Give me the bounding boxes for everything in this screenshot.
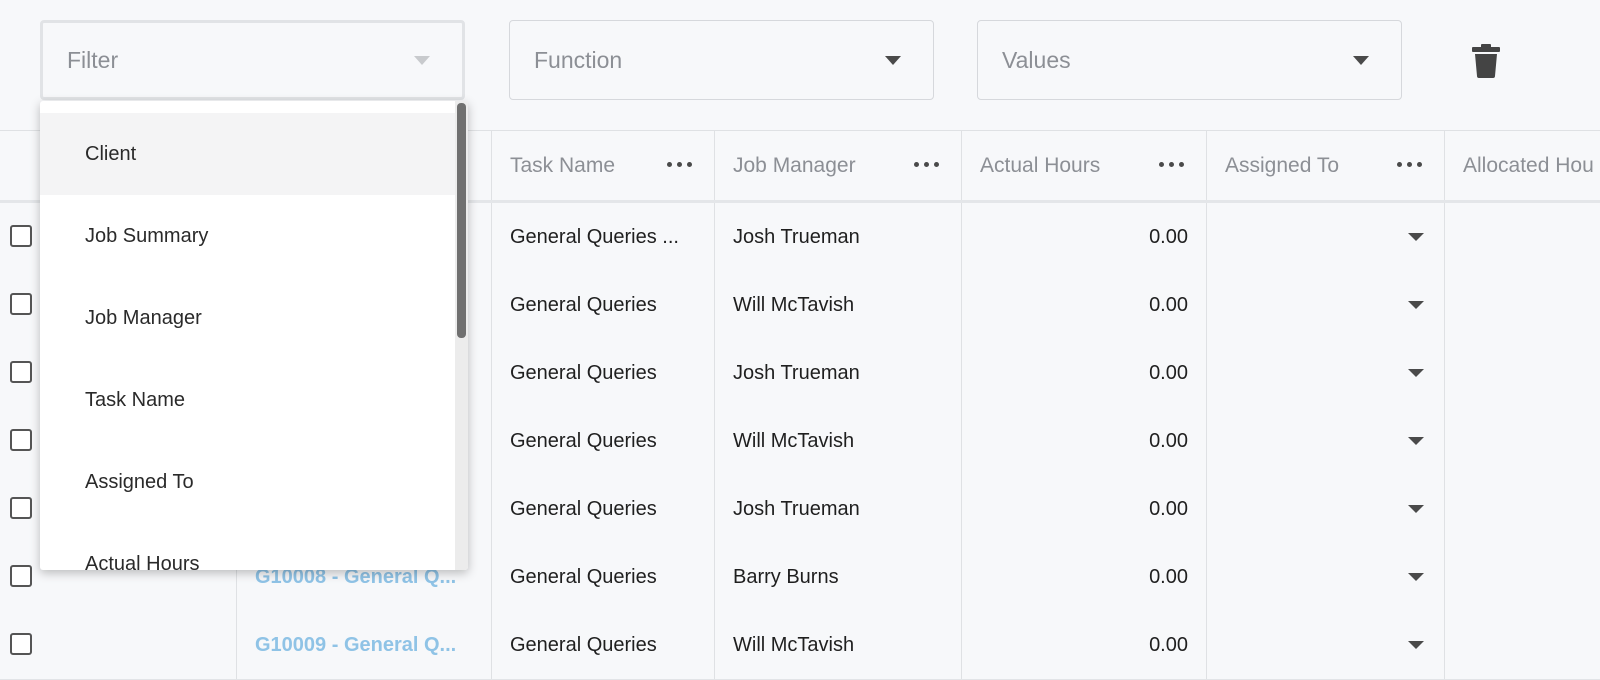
dropdown-option[interactable]: Assigned To — [40, 441, 455, 523]
caret-down-icon[interactable] — [1408, 641, 1424, 649]
function-select-label: Function — [534, 46, 623, 73]
task-name-cell: General Queries — [491, 339, 714, 407]
filter-select[interactable]: Filter — [40, 20, 465, 100]
task-name-cell: General Queries ... — [491, 203, 714, 271]
column-header-actual-hours[interactable]: Actual Hours — [961, 131, 1206, 200]
actual-hours-cell: 0.00 — [961, 543, 1206, 611]
job-manager-cell: Josh Trueman — [714, 203, 961, 271]
filter-dropdown-menu: Client Job Summary Job Manager Task Name Ass… — [40, 101, 468, 570]
caret-down-icon[interactable] — [1408, 505, 1424, 513]
row-checkbox[interactable] — [10, 497, 32, 519]
actual-hours-cell: 0.00 — [961, 203, 1206, 271]
job-manager-cell: Josh Trueman — [714, 475, 961, 543]
values-select-label: Values — [1002, 46, 1071, 73]
actual-hours-cell: 0.00 — [961, 475, 1206, 543]
more-dots-icon[interactable] — [667, 162, 692, 167]
row-checkbox[interactable] — [10, 565, 32, 587]
task-name-cell: General Queries — [491, 543, 714, 611]
caret-down-icon — [1353, 56, 1369, 65]
row-checkbox[interactable] — [10, 429, 32, 451]
allocated-hours-cell — [1444, 203, 1600, 271]
dropdown-option[interactable]: Job Manager — [40, 277, 455, 359]
task-name-cell: General Queries — [491, 611, 714, 679]
dropdown-scrollbar[interactable] — [455, 101, 468, 570]
column-header-allocated-hours[interactable]: Allocated Hou — [1444, 131, 1600, 200]
job-manager-cell: Josh Trueman — [714, 339, 961, 407]
dropdown-scrollbar-thumb[interactable] — [457, 103, 466, 338]
column-header-job-manager[interactable]: Job Manager — [714, 131, 961, 200]
trash-icon[interactable] — [1472, 44, 1500, 78]
dropdown-option[interactable]: Task Name — [40, 359, 455, 441]
function-select[interactable]: Function — [509, 20, 934, 100]
actual-hours-cell: 0.00 — [961, 407, 1206, 475]
allocated-hours-cell — [1444, 271, 1600, 339]
column-header-task-name[interactable]: Task Name — [491, 131, 714, 200]
job-manager-cell: Will McTavish — [714, 407, 961, 475]
caret-down-icon[interactable] — [1408, 437, 1424, 445]
row-checkbox[interactable] — [10, 361, 32, 383]
caret-down-icon[interactable] — [1408, 233, 1424, 241]
caret-down-icon[interactable] — [1408, 573, 1424, 581]
job-manager-cell: Barry Burns — [714, 543, 961, 611]
row-checkbox[interactable] — [10, 293, 32, 315]
actual-hours-cell: 0.00 — [961, 339, 1206, 407]
task-name-cell: General Queries — [491, 475, 714, 543]
filter-select-label: Filter — [67, 46, 119, 73]
job-cell[interactable]: G10009 - General Q... — [236, 611, 491, 679]
caret-down-icon — [885, 56, 901, 65]
allocated-hours-cell — [1444, 543, 1600, 611]
caret-down-icon[interactable] — [1408, 301, 1424, 309]
caret-down-icon — [414, 56, 430, 65]
more-dots-icon[interactable] — [1397, 162, 1422, 167]
actual-hours-cell: 0.00 — [961, 611, 1206, 679]
task-name-cell: General Queries — [491, 271, 714, 339]
allocated-hours-cell — [1444, 611, 1600, 679]
values-select[interactable]: Values — [977, 20, 1402, 100]
actual-hours-cell: 0.00 — [961, 271, 1206, 339]
task-name-cell: General Queries — [491, 407, 714, 475]
allocated-hours-cell — [1444, 475, 1600, 543]
table-row[interactable]: G10009 - General Q... General Queries Will… — [0, 611, 1600, 680]
dropdown-option[interactable]: Actual Hours — [40, 523, 455, 571]
caret-down-icon[interactable] — [1408, 369, 1424, 377]
more-dots-icon[interactable] — [1159, 162, 1184, 167]
row-checkbox[interactable] — [10, 633, 32, 655]
job-manager-cell: Will McTavish — [714, 271, 961, 339]
allocated-hours-cell — [1444, 407, 1600, 475]
job-manager-cell: Will McTavish — [714, 611, 961, 679]
more-dots-icon[interactable] — [914, 162, 939, 167]
allocated-hours-cell — [1444, 339, 1600, 407]
dropdown-option[interactable]: Client — [40, 113, 455, 195]
row-select-cell — [0, 611, 236, 679]
dropdown-option[interactable]: Job Summary — [40, 195, 455, 277]
column-header-assigned-to[interactable]: Assigned To — [1206, 131, 1444, 200]
row-checkbox[interactable] — [10, 225, 32, 247]
